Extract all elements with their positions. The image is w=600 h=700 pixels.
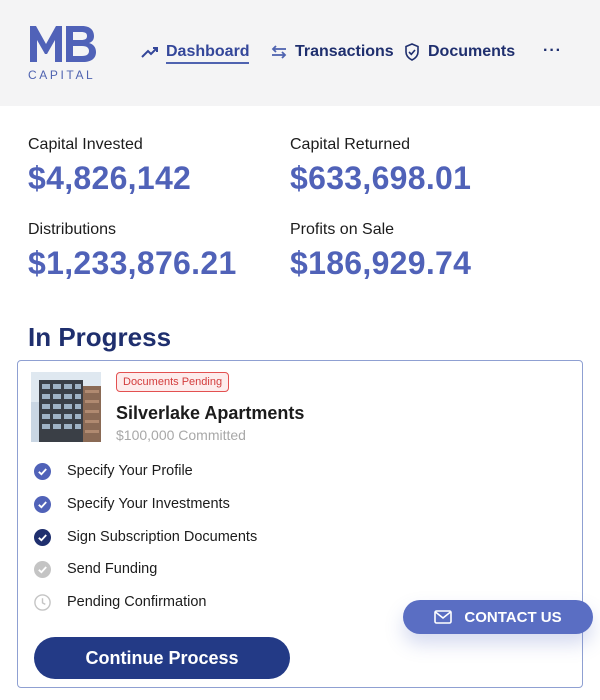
step-pending-confirmation: Pending Confirmation (34, 592, 206, 612)
step-send-funding: Send Funding (34, 559, 157, 579)
trend-up-icon (141, 47, 158, 58)
step-specify-profile: Specify Your Profile (34, 461, 193, 481)
continue-process-button[interactable]: Continue Process (34, 637, 290, 679)
stat-value: $4,826,142 (28, 160, 192, 196)
stat-value: $1,233,876.21 (28, 245, 237, 281)
nav-documents-label: Documents (428, 43, 516, 60)
step-sign-documents: Sign Subscription Documents (34, 527, 257, 547)
mail-icon (434, 610, 453, 624)
stat-capital-invested: Capital Invested $4,826,142 (28, 136, 191, 197)
step-label: Sign Subscription Documents (67, 529, 258, 545)
clock-icon (34, 593, 51, 611)
nav-active-indicator (166, 62, 249, 64)
check-circle-gray-icon (34, 560, 51, 578)
main-nav: Dashboard Transactions Documents (0, 40, 600, 64)
step-specify-investments: Specify Your Investments (34, 494, 230, 514)
contact-us-label: CONTACT US (464, 608, 562, 626)
stat-label: Capital Returned (290, 136, 411, 153)
brand-subtitle: CAPITAL (28, 68, 96, 82)
property-photo (31, 372, 101, 442)
nav-transactions[interactable]: Transactions (269, 40, 394, 64)
step-label: Specify Your Investments (67, 496, 230, 512)
stat-capital-returned: Capital Returned $633,698.01 (290, 136, 471, 197)
stat-value: $186,929.74 (290, 245, 472, 281)
check-circle-icon (34, 462, 51, 480)
investment-card[interactable]: Documents Pending Silverlake Apartments … (17, 360, 583, 688)
stat-label: Profits on Sale (290, 221, 395, 238)
stat-label: Capital Invested (28, 136, 143, 153)
nav-dashboard[interactable]: Dashboard (140, 40, 250, 64)
stat-profits-on-sale: Profits on Sale $186,929.74 (290, 221, 471, 282)
contact-us-button[interactable]: CONTACT US (403, 600, 593, 634)
shield-check-icon (405, 43, 419, 61)
stat-value: $633,698.01 (290, 160, 472, 196)
step-label: Specify Your Profile (67, 463, 193, 479)
status-badge: Documents Pending (116, 372, 230, 392)
nav-documents[interactable]: Documents (402, 40, 515, 64)
top-header: CAPITAL Dashboard Transactions Documents… (0, 0, 600, 106)
stat-distributions: Distributions $1,233,876.21 (28, 221, 237, 282)
property-name: Silverlake Apartments (116, 403, 305, 423)
swap-arrows-icon (271, 45, 287, 59)
committed-amount: $100,000 Committed (116, 427, 246, 443)
nav-dashboard-label: Dashboard (166, 43, 250, 60)
step-label: Pending Confirmation (67, 594, 207, 610)
check-circle-icon (34, 528, 51, 546)
more-menu-button[interactable]: ··· (543, 42, 562, 60)
step-label: Send Funding (67, 561, 158, 577)
check-circle-icon (34, 495, 51, 513)
nav-transactions-label: Transactions (295, 43, 394, 60)
section-title: In Progress (28, 322, 172, 352)
stat-label: Distributions (28, 221, 117, 238)
